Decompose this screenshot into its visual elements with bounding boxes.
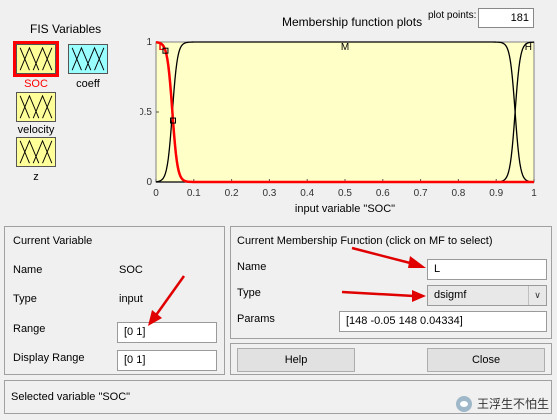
x-tick-label: 0.3 — [262, 188, 276, 199]
cv-name-label: Name — [13, 264, 43, 276]
variable-soc-label: SOC — [24, 78, 48, 90]
mf-icon — [19, 139, 53, 164]
variable-velocity-button[interactable] — [16, 92, 56, 122]
wechat-icon — [455, 395, 472, 412]
variable-soc-button[interactable] — [13, 41, 59, 77]
mf-type-label: Type — [237, 287, 261, 299]
close-button[interactable]: Close — [427, 348, 545, 372]
help-button[interactable]: Help — [237, 348, 355, 372]
x-tick-label: 0.8 — [451, 188, 465, 199]
variable-z-label: z — [33, 171, 39, 183]
cv-type-label: Type — [13, 293, 37, 305]
mf-label-m: M — [341, 42, 349, 53]
annotation-arrow-mf-name — [351, 246, 426, 268]
mf-name-input[interactable]: L — [427, 259, 547, 280]
x-tick-label: 0.1 — [187, 188, 201, 199]
mf-params-label: Params — [237, 313, 275, 325]
mf-name-label: Name — [237, 261, 267, 273]
status-text: Selected variable "SOC" — [11, 391, 131, 403]
plot-points-label: plot points: — [428, 10, 477, 21]
variable-z-button[interactable] — [16, 137, 56, 167]
display-range-input[interactable]: [0 1] — [117, 350, 217, 371]
current-mf-panel: Current Membership Function (click on MF… — [230, 226, 552, 339]
x-tick-label: 0.9 — [489, 188, 503, 199]
mf-icon — [19, 94, 53, 119]
x-tick-label: 0.5 — [338, 188, 352, 199]
fis-variables-title: FIS Variables — [30, 22, 102, 36]
mf-label-h: H — [525, 42, 532, 53]
current-variable-title: Current Variable — [13, 235, 93, 247]
plot-title: Membership function plots — [282, 15, 423, 29]
annotation-arrow-range — [148, 275, 186, 326]
variable-velocity-label: velocity — [17, 124, 55, 136]
x-axis-label: input variable "SOC" — [295, 203, 395, 215]
x-tick-label: 0.2 — [225, 188, 239, 199]
watermark: 王浮生不怕生 — [455, 395, 549, 412]
y-tick-label: 0.5 — [140, 107, 152, 118]
cv-range-label: Range — [13, 323, 46, 335]
buttons-panel: Help Close — [230, 343, 552, 375]
y-tick-label: 1 — [146, 37, 152, 48]
variable-coeff-button[interactable] — [68, 44, 108, 74]
variable-coeff-label: coeff — [76, 78, 100, 90]
plot-points-input[interactable] — [478, 8, 534, 28]
mf-type-value: dsigmf — [434, 289, 467, 301]
annotation-arrow-mf-type — [341, 290, 426, 302]
y-tick-label: 0 — [146, 177, 152, 188]
membership-function-plot[interactable]: 0 0.1 0.2 0.3 0.4 0.5 0.6 0.7 0.8 0.9 1 0 0.5 1 input … — [140, 34, 545, 220]
mf-params-input[interactable]: [148 -0.05 148 0.04334] — [339, 311, 547, 332]
x-tick-label: 1 — [531, 188, 537, 199]
mf-type-select[interactable]: dsigmf ∨ — [427, 285, 547, 306]
watermark-text: 王浮生不怕生 — [476, 397, 549, 411]
mf-icon — [19, 46, 53, 71]
x-tick-label: 0.7 — [414, 188, 428, 199]
plot-area — [155, 41, 535, 183]
x-tick-label: 0.4 — [300, 188, 314, 199]
mf-icon — [71, 46, 105, 71]
x-tick-label: 0.6 — [376, 188, 390, 199]
chevron-down-icon: ∨ — [528, 286, 546, 305]
current-variable-panel: Current Variable Name SOC Type input Ran… — [4, 226, 225, 375]
mf-label-l: L — [159, 42, 165, 53]
x-tick-label: 0 — [153, 188, 159, 199]
cv-display-range-label: Display Range — [13, 352, 85, 364]
